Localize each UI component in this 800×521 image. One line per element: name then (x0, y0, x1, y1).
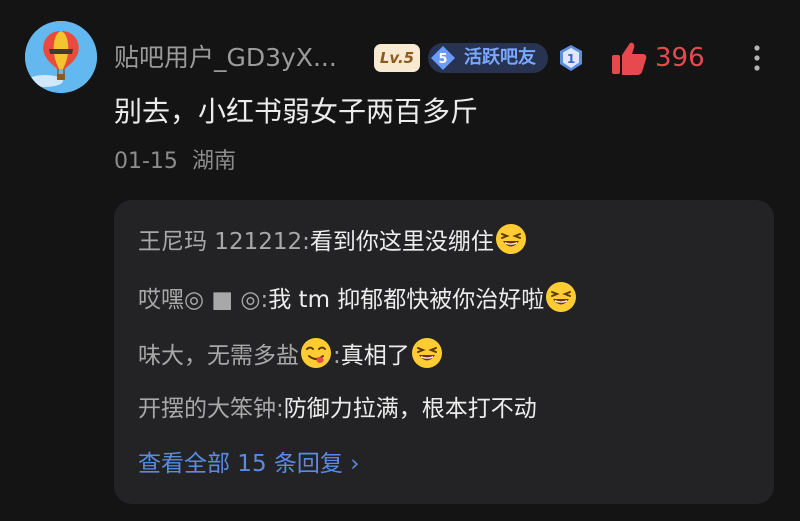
replies-box[interactable]: 王尼玛 121212:看到你这里没绷住 哎嘿◎ ■ ◎:我 tm 抑郁都快被你治… (114, 200, 774, 504)
savoring-food-emoji-icon (299, 336, 333, 370)
like-count: 396 (655, 43, 705, 73)
username[interactable]: 贴吧用户_GD3yX... (114, 42, 337, 74)
member-title: 活跃吧友 (464, 47, 536, 68)
diamond-level-icon: 5 (428, 43, 458, 73)
reply-text: 真相了 (340, 343, 410, 369)
reply-item[interactable]: 开摆的大笨钟:防御力拉满，根本打不动 (138, 393, 537, 425)
reply-item[interactable]: 味大，无需多盐 :真相了 (138, 336, 444, 372)
reply-separator: : (333, 343, 341, 369)
member-level: 5 (438, 52, 447, 67)
rank-badge-icon: 1 (555, 42, 587, 74)
member-badge: 5 活跃吧友 (428, 43, 548, 73)
reply-author[interactable]: 哎嘿◎ ■ ◎ (138, 287, 261, 313)
rank-number: 1 (567, 52, 575, 66)
comment-location: 湖南 (191, 149, 236, 174)
level-badge: Lv.5 (374, 44, 420, 72)
view-all-replies-link[interactable]: 查看全部 15 条回复 › (138, 448, 359, 480)
reply-author[interactable]: 王尼玛 121212 (138, 229, 302, 255)
hot-air-balloon-icon (25, 21, 97, 93)
grinning-squint-emoji-icon (410, 336, 444, 370)
reply-separator: : (276, 396, 284, 422)
comment-meta: 01-15 湖南 (114, 147, 236, 177)
reply-text: 看到你这里没绷住 (309, 229, 494, 255)
reply-text: 我 tm 抑郁都快被你治好啦 (268, 287, 545, 313)
comment-text: 别去，小红书弱女子两百多斤 (114, 95, 479, 128)
grinning-squint-emoji-icon (494, 222, 528, 256)
reply-author[interactable]: 味大，无需多盐 (138, 343, 299, 369)
reply-text: 防御力拉满，根本打不动 (283, 396, 537, 422)
grinning-squint-emoji-icon (544, 280, 578, 314)
reply-item[interactable]: 王尼玛 121212:看到你这里没绷住 (138, 222, 528, 258)
thumbs-up-icon[interactable] (610, 40, 648, 76)
reply-separator: : (302, 229, 310, 255)
reply-author[interactable]: 开摆的大笨钟 (138, 396, 276, 422)
comment-date: 01-15 (114, 149, 178, 174)
user-avatar[interactable] (25, 21, 97, 93)
more-vertical-icon[interactable] (745, 42, 769, 74)
reply-item[interactable]: 哎嘿◎ ■ ◎:我 tm 抑郁都快被你治好啦 (138, 280, 578, 316)
